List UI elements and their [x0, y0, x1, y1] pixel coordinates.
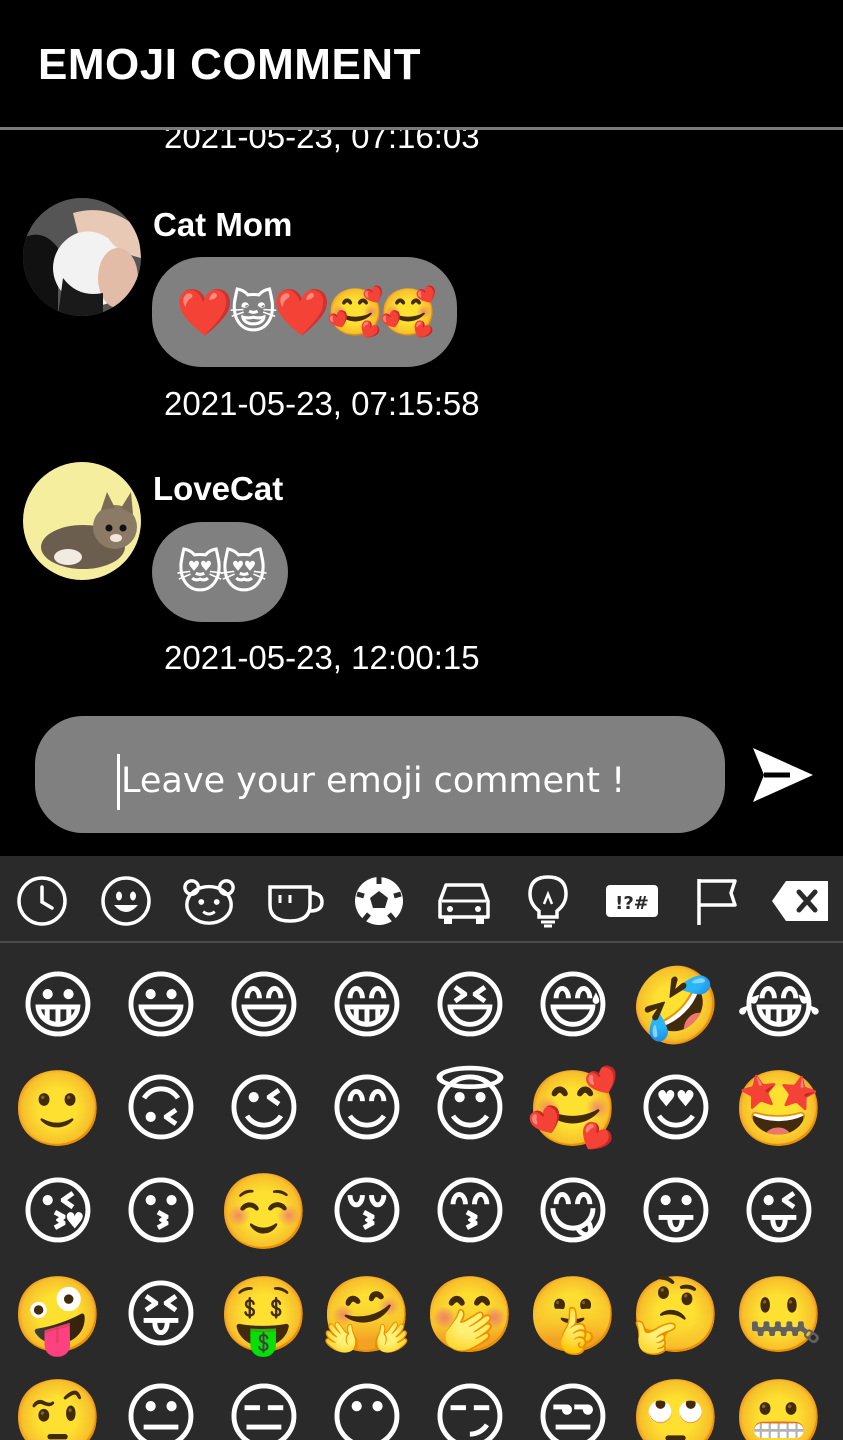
emoji-keyboard: !?# 😀 😃 😄 😁 😆 😅 🤣 😂 🙂 🙃 😉 😊 😇 🥰 😍 🤩 😘 😗 ☺️ 😚 😙 😋 😛 😜 🤪 😝 🤑 🤗 🤭 🤫 🤔 🤐 🤨 😐 😑…: [0, 856, 843, 1440]
emoji-key[interactable]: 🤗: [317, 1265, 417, 1365]
comment-list[interactable]: 2021-05-23, 07:16:03 Cat Mom ❤️😺❤️🥰🥰 202…: [0, 130, 843, 710]
comment-timestamp: 2021-05-23, 07:16:03: [164, 130, 480, 155]
emoji-key[interactable]: 🙄: [626, 1368, 726, 1440]
emoji-key[interactable]: 🥰: [523, 1059, 623, 1159]
emoji-key[interactable]: 😂: [729, 956, 829, 1056]
emoji-key[interactable]: 🤨: [8, 1368, 108, 1440]
car-icon[interactable]: [436, 874, 492, 928]
emoji-key[interactable]: 😒: [523, 1368, 623, 1440]
clock-icon[interactable]: [15, 874, 69, 928]
emoji-key[interactable]: 🤭: [420, 1265, 520, 1365]
emoji-key[interactable]: 😆: [420, 956, 520, 1056]
emoji-key[interactable]: 😅: [523, 956, 623, 1056]
emoji-key[interactable]: 🙃: [111, 1059, 211, 1159]
emoji-key[interactable]: 😏: [420, 1368, 520, 1440]
emoji-key[interactable]: 😘: [8, 1162, 108, 1262]
comment-username: Cat Mom: [153, 206, 293, 243]
emoji-key[interactable]: 😝: [111, 1265, 211, 1365]
bear-icon[interactable]: [182, 874, 236, 928]
emoji-key[interactable]: 🙂: [8, 1059, 108, 1159]
emoji-key[interactable]: 😙: [420, 1162, 520, 1262]
emoji-key[interactable]: 😑: [214, 1368, 314, 1440]
emoji-key[interactable]: 😋: [523, 1162, 623, 1262]
emoji-key[interactable]: 😄: [214, 956, 314, 1056]
emoji-key[interactable]: 😜: [729, 1162, 829, 1262]
emoji-key[interactable]: 😀: [8, 956, 108, 1056]
comment-timestamp: 2021-05-23, 07:15:58: [164, 385, 480, 422]
emoji-category-bar: !?#: [0, 856, 843, 942]
emoji-key[interactable]: 😁: [317, 956, 417, 1056]
emoji-key[interactable]: 😃: [111, 956, 211, 1056]
symbols-icon[interactable]: !?#: [604, 874, 660, 928]
lightbulb-icon[interactable]: [521, 874, 575, 928]
comment-input-row: Leave your emoji comment !: [0, 710, 843, 856]
svg-text:!?#: !?#: [615, 893, 649, 914]
comment-bubble: ❤️😺❤️🥰🥰: [152, 257, 458, 367]
emoji-key[interactable]: 😚: [317, 1162, 417, 1262]
avatar[interactable]: [23, 462, 141, 580]
emoji-key[interactable]: 🤔: [626, 1265, 726, 1365]
emoji-grid: 😀 😃 😄 😁 😆 😅 🤣 😂 🙂 🙃 😉 😊 😇 🥰 😍 🤩 😘 😗 ☺️ 😚 😙 😋 😛 😜 🤪 😝 🤑 🤗 🤭 🤫 🤔 🤐 🤨 😐 😑 😶 😏 😒 🙄…: [0, 956, 843, 1440]
emoji-key[interactable]: 😐: [111, 1368, 211, 1440]
smiley-icon[interactable]: [99, 874, 153, 928]
emoji-key[interactable]: 🤩: [729, 1059, 829, 1159]
emoji-key[interactable]: 😉: [214, 1059, 314, 1159]
emoji-key[interactable]: 😬: [729, 1368, 829, 1440]
input-placeholder: Leave your emoji comment !: [121, 761, 626, 801]
emoji-key[interactable]: 😍: [626, 1059, 726, 1159]
app-bar: EMOJI COMMENT: [0, 0, 843, 130]
emoji-key[interactable]: 😇: [420, 1059, 520, 1159]
comment-timestamp: 2021-05-23, 12:00:15: [164, 639, 480, 676]
emoji-key[interactable]: 😶: [317, 1368, 417, 1440]
avatar[interactable]: [23, 198, 141, 316]
flag-icon[interactable]: [690, 874, 744, 928]
emoji-key[interactable]: 🤐: [729, 1265, 829, 1365]
comment-username: LoveCat: [153, 470, 284, 507]
emoji-key[interactable]: 🤣: [626, 956, 726, 1056]
emoji-key[interactable]: ☺️: [214, 1162, 314, 1262]
category-divider: [0, 941, 843, 943]
text-caret: [117, 754, 120, 810]
emoji-key[interactable]: 😊: [317, 1059, 417, 1159]
emoji-key[interactable]: 🤫: [523, 1265, 623, 1365]
emoji-key[interactable]: 🤪: [8, 1265, 108, 1365]
app-title: EMOJI COMMENT: [38, 40, 421, 89]
cup-icon[interactable]: [266, 874, 326, 928]
soccer-ball-icon[interactable]: [352, 874, 406, 928]
emoji-key[interactable]: 😛: [626, 1162, 726, 1262]
send-button[interactable]: [750, 745, 816, 805]
send-icon: [753, 748, 813, 802]
backspace-icon[interactable]: [770, 874, 830, 928]
emoji-key[interactable]: 😗: [111, 1162, 211, 1262]
comment-bubble: 😻😻: [152, 522, 288, 622]
comment-input[interactable]: Leave your emoji comment !: [35, 716, 725, 833]
emoji-key[interactable]: 🤑: [214, 1265, 314, 1365]
